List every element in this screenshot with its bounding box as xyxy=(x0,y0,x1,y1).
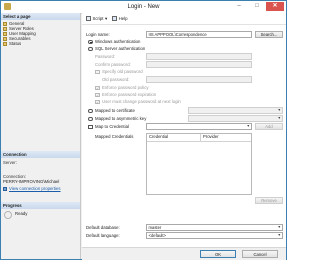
certificate-select[interactable]: ▼ xyxy=(188,107,283,114)
windows-auth-radio[interactable] xyxy=(88,39,93,44)
dialog-footer: OK Cancel xyxy=(82,247,286,260)
default-database-value: master xyxy=(148,225,162,230)
main-pane: Script ▾ Help Login name: IIS APPPOOL\Co… xyxy=(82,13,286,260)
default-database-label: Default database: xyxy=(86,225,120,230)
view-connection-properties-link[interactable]: View connection properties xyxy=(3,186,61,191)
specify-old-password-checkbox[interactable] xyxy=(95,69,100,74)
credential-select[interactable]: ▼ xyxy=(146,123,252,130)
default-language-label: Default language: xyxy=(86,233,120,238)
server-label: Server: xyxy=(3,160,17,165)
default-language-value: <default> xyxy=(148,233,166,238)
mapped-credentials-grid[interactable]: Credential Provider xyxy=(146,133,252,195)
connection-value: PERRY-IMPROVING\Michael xyxy=(3,179,60,184)
must-change-label: User must change password at next login xyxy=(102,99,181,104)
select-page-header: Select a page xyxy=(1,13,80,20)
login-new-window: Login - New – □ ✕ Select a page General … xyxy=(0,0,287,260)
enforce-expiration-label: Enforce password expiration xyxy=(102,92,157,97)
mapped-asym-key-radio[interactable] xyxy=(88,116,93,121)
progress-header: Progress xyxy=(1,202,80,209)
chevron-down-icon: ▼ xyxy=(277,233,281,237)
search-button[interactable]: Search... xyxy=(255,31,283,38)
page-icon xyxy=(3,31,7,36)
page-icon xyxy=(3,21,7,26)
page-icon xyxy=(3,26,7,31)
must-change-checkbox[interactable]: ✓ xyxy=(95,99,100,104)
maximize-button[interactable]: □ xyxy=(250,2,264,11)
help-button[interactable]: Help xyxy=(112,16,128,21)
chevron-down-icon[interactable]: ▾ xyxy=(105,16,107,22)
help-label: Help xyxy=(118,16,128,21)
mapped-certificate-label: Mapped to certificate xyxy=(95,108,135,113)
ok-button[interactable]: OK xyxy=(200,250,236,258)
enforce-policy-label: Enforce password policy xyxy=(102,85,149,90)
mapped-asym-key-label: Mapped to asymmetric key xyxy=(95,116,147,121)
script-label: Script xyxy=(92,16,104,21)
grid-header: Credential Provider xyxy=(147,134,251,142)
login-name-label: Login name: xyxy=(86,32,110,37)
map-credential-checkbox[interactable] xyxy=(88,124,93,129)
default-database-select[interactable]: master ▼ xyxy=(146,224,283,231)
page-item-status[interactable]: Status xyxy=(3,41,36,46)
sql-auth-radio[interactable] xyxy=(88,46,93,51)
cancel-button[interactable]: Cancel xyxy=(242,250,278,258)
old-password-label: Old password: xyxy=(102,77,130,82)
connection-header: Connection xyxy=(1,151,80,158)
password-label: Password: xyxy=(95,54,116,59)
progress-spinner-icon xyxy=(4,211,12,219)
remove-credential-button[interactable]: Remove xyxy=(255,197,283,204)
mapped-credentials-label: Mapped Credentials xyxy=(95,134,134,139)
progress-status: Ready xyxy=(15,211,28,216)
grid-column-header: Provider xyxy=(203,134,219,139)
left-pane: Select a page General Server Roles User … xyxy=(1,13,81,259)
windows-auth-label: Windows authentication xyxy=(95,39,141,44)
add-credential-button[interactable]: Add xyxy=(255,123,283,130)
page-list: General Server Roles User Mapping Secura… xyxy=(3,21,36,46)
mapped-certificate-radio[interactable] xyxy=(88,108,93,113)
script-icon xyxy=(86,16,91,21)
sql-auth-label: SQL Server authentication xyxy=(95,46,146,51)
chevron-down-icon: ▼ xyxy=(277,116,281,120)
help-icon xyxy=(112,16,118,21)
login-name-input[interactable]: IIS APPPOOL\Correspondence xyxy=(146,31,252,38)
script-button[interactable]: Script ▾ xyxy=(86,16,107,22)
chevron-down-icon: ▼ xyxy=(246,124,250,128)
page-icon xyxy=(3,36,7,41)
page-item-label: Status xyxy=(9,41,22,46)
confirm-password-label: Confirm password: xyxy=(95,62,131,67)
grid-column-header: Credential xyxy=(147,134,201,141)
enforce-expiration-checkbox[interactable]: ✓ xyxy=(95,92,100,97)
old-password-field[interactable] xyxy=(146,76,252,83)
close-button[interactable]: ✕ xyxy=(266,2,284,11)
minimize-button[interactable]: – xyxy=(232,2,246,11)
chevron-down-icon: ▼ xyxy=(277,225,281,229)
default-language-select[interactable]: <default> ▼ xyxy=(146,232,283,239)
asym-key-select[interactable]: ▼ xyxy=(188,115,283,122)
properties-icon xyxy=(3,186,7,191)
password-field[interactable] xyxy=(146,53,252,60)
enforce-policy-checkbox[interactable]: ✓ xyxy=(95,85,100,90)
toolbar: Script ▾ Help xyxy=(82,13,286,25)
map-credential-label: Map to Credential xyxy=(95,124,129,129)
view-connection-properties-label: View connection properties xyxy=(9,186,61,191)
chevron-down-icon: ▼ xyxy=(277,108,281,112)
specify-old-password-label: Specify old password xyxy=(102,69,143,74)
page-icon xyxy=(3,41,7,46)
confirm-password-field[interactable] xyxy=(146,61,252,68)
